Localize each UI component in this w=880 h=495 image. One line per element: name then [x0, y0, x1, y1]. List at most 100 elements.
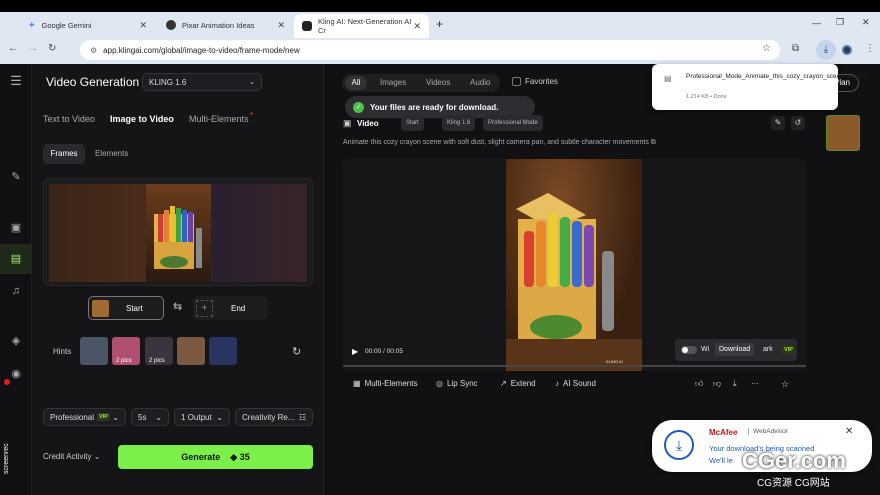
swap-icon[interactable]: ⇆ — [173, 300, 182, 313]
image-icon[interactable]: ▣ — [9, 221, 23, 235]
left-panel: Video Generation KLING 1.6 ⌄ Text to Vid… — [32, 64, 324, 495]
restore-icon[interactable]: ❐ — [836, 17, 844, 28]
subtab-elements[interactable]: Elements — [95, 149, 128, 158]
cger-watermark-sub: CG资源 CG网站 — [757, 478, 830, 489]
edit-icon[interactable]: ✎ — [771, 116, 785, 130]
favorites-checkbox[interactable] — [512, 77, 521, 86]
start-frame-image — [146, 184, 211, 282]
new-tab-button[interactable]: + — [436, 17, 443, 31]
creativity-select[interactable]: Creativity Re... ☷ — [235, 408, 313, 426]
new-dot: * — [250, 111, 254, 120]
address-bar[interactable]: ⚙ app.klingai.com/global/image-to-video/… — [80, 40, 780, 60]
refresh-icon[interactable]: ↻ — [292, 345, 301, 358]
download-meta: 1,214 KB • Done — [686, 94, 727, 100]
bookmark-star-icon[interactable]: ☆ — [762, 43, 771, 54]
chevron-down-icon: ⌄ — [155, 412, 162, 422]
duration-select[interactable]: 5s ⌄ — [131, 408, 169, 426]
close-icon[interactable]: ✕ — [845, 426, 853, 437]
menu-kebab-icon[interactable]: ⋮ — [865, 43, 875, 54]
close-icon[interactable]: ✕ — [277, 20, 285, 31]
kling-watermark: KLING AI — [606, 359, 623, 364]
site-info-icon[interactable]: ⚙ — [90, 46, 97, 55]
end-frame-slot[interactable]: + End — [193, 296, 268, 320]
copy-icon[interactable]: ⧉ — [651, 139, 656, 146]
chip-mode: Professional Mode — [483, 115, 543, 131]
profile-avatar[interactable] — [842, 45, 852, 55]
watermark-toggle-bar: Wi ark VIP Download — [675, 339, 797, 361]
video-section-icon: ▣ — [343, 118, 352, 128]
tab-image-to-video[interactable]: Image to Video — [110, 114, 174, 124]
frame-preview-area[interactable] — [43, 178, 313, 286]
browser-chrome: ✦ Google Gemini ✕ Pixar Animation Ideas ✕ … — [0, 0, 880, 64]
cube-icon[interactable]: ◈ — [9, 334, 23, 348]
subtab-frames[interactable]: Frames — [43, 144, 85, 164]
eye-icon[interactable]: ◉ — [9, 367, 23, 381]
hint-thumb-3[interactable]: 2 pics — [145, 337, 173, 365]
more-icon[interactable]: ··· — [751, 379, 759, 388]
credit-activity[interactable]: Credit Activity ⌄ — [43, 452, 100, 461]
minimize-icon[interactable]: — — [812, 18, 821, 28]
chevron-down-icon: ⌄ — [112, 412, 119, 422]
undo-icon[interactable]: ↺ — [791, 116, 805, 130]
filter-all[interactable]: All — [345, 76, 367, 90]
download-video-icon[interactable]: ⤓ — [733, 379, 737, 389]
filter-videos[interactable]: Videos — [426, 78, 450, 87]
close-icon[interactable]: ✕ — [413, 21, 421, 32]
download-icon[interactable]: ⤓ — [816, 40, 836, 60]
generate-button[interactable]: Generate ◆ 35 — [118, 445, 313, 469]
hamburger-icon[interactable]: ☰ — [9, 74, 23, 88]
filter-images[interactable]: Images — [380, 78, 406, 87]
history-thumb[interactable] — [826, 115, 860, 151]
tool-multi-elements[interactable]: ▦ Multi-Elements — [353, 379, 417, 388]
extensions-icon[interactable]: ⧉ — [792, 43, 799, 54]
tool-extend[interactable]: ↗ Extend — [500, 379, 536, 388]
hints-label: Hints — [53, 347, 72, 356]
model-select[interactable]: KLING 1.6 ⌄ — [142, 73, 262, 91]
play-icon[interactable]: ▶ — [352, 347, 358, 356]
chevron-down-icon: ⌄ — [216, 412, 223, 422]
download-popup[interactable]: ▤ Professional_Mode_Animate_this_cozy_cr… — [652, 64, 866, 110]
tool-lip-sync[interactable]: ◎ Lip Sync — [436, 379, 478, 388]
hint-thumb-2[interactable]: 2 pics — [112, 337, 140, 365]
audio-icon[interactable]: ♫ — [9, 284, 23, 298]
chip-start: Start — [401, 115, 424, 131]
forward-icon[interactable]: → — [28, 43, 38, 54]
back-icon[interactable]: ← — [8, 43, 18, 54]
watermark-toggle[interactable] — [681, 346, 697, 354]
favorites-label: Favorites — [525, 77, 558, 86]
tab-multi-elements[interactable]: Multi-Elements — [189, 114, 249, 124]
video-icon[interactable]: ▤ — [9, 252, 23, 266]
start-frame-slot[interactable]: Start — [88, 296, 164, 320]
add-icon: + — [196, 299, 213, 317]
hint-thumb-1[interactable] — [80, 337, 108, 365]
crayon-scene-illustration — [506, 193, 642, 371]
tool-ai-sound[interactable]: ♪ AI Sound — [555, 379, 596, 388]
elements-icon: ▦ — [353, 379, 361, 388]
thumbs-down-icon[interactable]: 👎︎ — [713, 379, 721, 389]
gemini-icon: ✦ — [28, 19, 36, 30]
mode-select[interactable]: Professional VIP ⌄ — [43, 408, 126, 426]
tab-pixar[interactable]: Pixar Animation Ideas ✕ — [158, 14, 293, 36]
favorite-star-icon[interactable]: ☆ — [781, 379, 789, 390]
magic-brush-icon[interactable]: ✎ — [9, 170, 23, 184]
hint-thumb-5[interactable] — [209, 337, 237, 365]
progress-track[interactable] — [343, 365, 806, 367]
video-player[interactable]: KLING AI ▶ 00:00 / 00:05 Wi ark VIP Down… — [343, 159, 806, 371]
time-display: 00:00 / 00:05 — [365, 348, 403, 355]
extend-icon: ↗ — [500, 379, 507, 388]
reload-icon[interactable]: ↻ — [48, 43, 56, 54]
side-rail: ☰ ✎ ▣ ▤ ♫ ◈ ◉ screenrec — [0, 64, 32, 495]
close-icon[interactable]: ✕ — [139, 20, 147, 31]
thumbs-up-icon[interactable]: 👍︎ — [695, 379, 703, 389]
tab-kling[interactable]: Kling AI: Next-Generation AI Cr ✕ — [294, 14, 429, 38]
rec-dot — [4, 379, 10, 385]
close-window-icon[interactable]: ✕ — [862, 17, 870, 28]
tab-gemini[interactable]: ✦ Google Gemini ✕ — [20, 14, 155, 36]
hint-thumb-4[interactable] — [177, 337, 205, 365]
output-select[interactable]: 1 Output ⌄ — [174, 408, 230, 426]
crayon-box-illustration — [154, 206, 202, 269]
filter-audio[interactable]: Audio — [470, 78, 490, 87]
tab-text-to-video[interactable]: Text to Video — [43, 114, 95, 124]
download-shield-icon: ⤓ — [664, 430, 694, 460]
sound-icon: ♪ — [555, 379, 559, 388]
